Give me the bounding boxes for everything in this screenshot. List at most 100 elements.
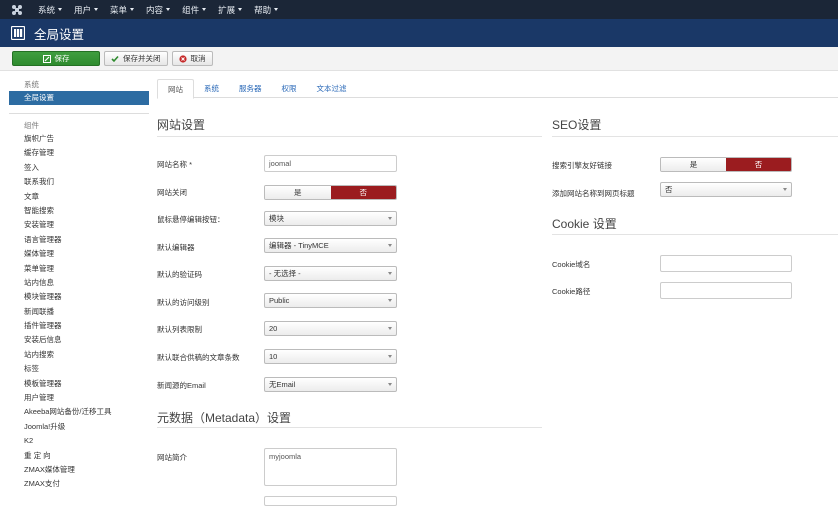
list-limit-select[interactable]: 20 [264,321,397,336]
toggle-yes-button[interactable]: 是 [661,158,726,171]
sidebar-item[interactable]: 文章 [9,190,149,204]
page-title: 全局设置 [34,27,85,42]
cookie-domain-label: Cookie域名 [552,260,591,269]
select-value: 20 [269,324,278,333]
sidebar-item[interactable]: 模块管理器 [9,290,149,304]
cancel-label: 取消 [190,54,206,63]
edit-icon [42,54,51,63]
select-value: 否 [665,185,673,194]
sitename-in-title-select[interactable]: 否 [660,182,792,197]
caret-down-icon [388,244,392,247]
default-captcha-select[interactable]: - 无选择 - [264,266,397,281]
tab-site[interactable]: 网站 [157,79,194,99]
sidebar-item-global-config[interactable]: 全局设置 [9,91,149,105]
menu-label: 内容 [146,4,164,15]
sidebar-item[interactable]: 媒体管理 [9,247,149,261]
sidebar-item[interactable]: 联系我们 [9,175,149,189]
metadata-settings-title: 元数据（Metadata）设置 [157,411,292,425]
cookie-path-input[interactable] [660,282,792,299]
site-offline-label: 网站关闭 [157,188,187,197]
sidebar-item[interactable]: 签入 [9,161,149,175]
caret-down-icon [388,383,392,386]
sidebar-item[interactable]: ZMAX支付 [9,477,149,491]
menu-label: 扩展 [218,4,236,15]
feed-email-label: 新闻源的Email [157,381,206,390]
mouseover-edit-select[interactable]: 模块 [264,211,397,226]
site-description-textarea[interactable]: myjoomla [264,448,397,486]
tab-permissions[interactable]: 权限 [272,79,307,98]
caret-down-icon [388,272,392,275]
tab-text-filters[interactable]: 文本过滤 [307,79,357,98]
cancel-button[interactable]: 取消 [171,51,213,66]
chevron-down-icon [166,8,171,11]
select-value: 模块 [269,214,284,223]
sidebar-item[interactable]: 安装管理 [9,218,149,232]
sidebar-item[interactable]: 旗帜广告 [9,132,149,146]
menu-label: 用户 [74,4,92,15]
default-access-select[interactable]: Public [264,293,397,308]
sidebar-item[interactable]: 菜单管理 [9,262,149,276]
toggle-no-button[interactable]: 否 [726,158,791,171]
select-value: 10 [269,352,278,361]
site-name-input[interactable]: joomal [264,155,397,172]
tab-server[interactable]: 服务器 [229,79,272,98]
menu-content[interactable]: 内容 [142,0,178,19]
cookie-domain-input[interactable] [660,255,792,272]
toggle-yes-button[interactable]: 是 [265,186,331,199]
caret-down-icon [388,327,392,330]
select-value: 无Email [269,380,296,389]
sidebar-item[interactable]: K2 [9,434,149,448]
sidebar-item[interactable]: 插件管理器 [9,319,149,333]
sidebar-item[interactable]: 模板管理器 [9,377,149,391]
sidebar-item[interactable]: Joomla!升级 [9,420,149,434]
sidebar-item[interactable]: 新闻联播 [9,305,149,319]
sidebar-item[interactable]: ZMAX媒体管理 [9,463,149,477]
default-editor-label: 默认编辑器 [157,243,195,252]
seo-settings-title: SEO设置 [552,118,602,132]
joomla-logo-icon[interactable] [10,4,24,16]
menu-menus[interactable]: 菜单 [106,0,142,19]
select-value: 编辑器 - TinyMCE [269,241,329,250]
tab-system[interactable]: 系统 [194,79,229,98]
save-button[interactable]: 保存 [12,51,100,66]
sidebar-item[interactable]: 站内搜索 [9,348,149,362]
menu-users[interactable]: 用户 [70,0,106,19]
sidebar-item[interactable]: 智能搜索 [9,204,149,218]
sidebar-item[interactable]: 标签 [9,362,149,376]
select-value: - 无选择 - [269,269,301,278]
site-name-label: 网站名称 * [157,160,193,169]
sidebar-item[interactable]: 用户管理 [9,391,149,405]
sidebar-item[interactable]: 语言管理器 [9,233,149,247]
default-captcha-label: 默认的验证码 [157,270,202,279]
sef-urls-toggle: 是 否 [660,157,792,172]
meta-keywords-textarea[interactable] [264,496,397,506]
sidebar-item[interactable]: 重 定 向 [9,449,149,463]
cancel-icon [178,54,187,63]
menu-label: 菜单 [110,4,128,15]
tab-bar: 网站 系统 服务器 权限 文本过滤 [157,79,838,99]
sidebar-item[interactable]: 安装后信息 [9,333,149,347]
top-navbar: 系统 用户 菜单 内容 组件 扩展 帮助 [0,0,838,19]
menu-components[interactable]: 组件 [178,0,214,19]
feed-limit-select[interactable]: 10 [264,349,397,364]
menu-help[interactable]: 帮助 [250,0,286,19]
section-divider [157,427,542,428]
sidebar-item[interactable]: Akeeba网站备份/迁移工具 [9,405,149,419]
feed-email-select[interactable]: 无Email [264,377,397,392]
chevron-down-icon [274,8,279,11]
menu-system[interactable]: 系统 [34,0,70,19]
checkmark-icon [111,55,119,62]
menu-label: 帮助 [254,4,272,15]
sidebar-item[interactable]: 缓存管理 [9,146,149,160]
default-editor-select[interactable]: 编辑器 - TinyMCE [264,238,397,253]
sidebar-item[interactable]: 站内信息 [9,276,149,290]
toggle-no-button[interactable]: 否 [330,186,396,199]
sitename-in-title-label: 添加网站名称到网页标题 [552,189,635,198]
save-close-button[interactable]: 保存并关闭 [104,51,168,66]
caret-down-icon [388,355,392,358]
chevron-down-icon [130,8,135,11]
sidebar-divider [9,113,149,114]
menu-extensions[interactable]: 扩展 [214,0,250,19]
site-settings-title: 网站设置 [157,118,206,132]
section-divider [552,136,838,137]
